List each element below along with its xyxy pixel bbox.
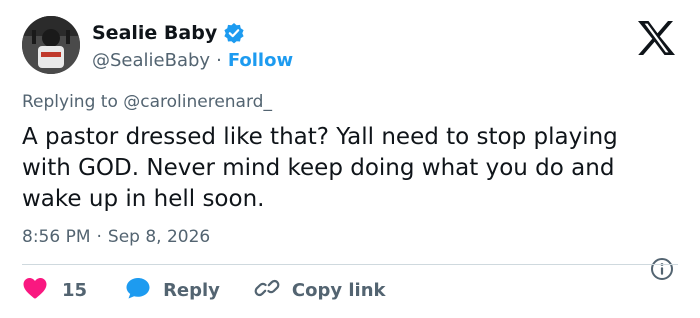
author-display-name[interactable]: Sealie Baby (92, 22, 217, 44)
like-count: 15 (62, 279, 88, 301)
copy-link-button[interactable]: Copy link (254, 276, 386, 305)
tweet-timestamp[interactable]: 8:56 PM · Sep 8, 2026 (22, 227, 210, 247)
reply-label: Reply (163, 279, 220, 301)
replying-to: Replying to @carolinerenard_ (22, 92, 272, 112)
follow-button[interactable]: Follow (228, 50, 293, 71)
reply-button[interactable]: Reply (125, 276, 220, 305)
replying-to-mention[interactable]: @carolinerenard_ (123, 92, 272, 112)
divider (22, 264, 678, 265)
author-handle[interactable]: @SealieBaby (92, 50, 210, 71)
handle-separator: · (216, 49, 222, 71)
like-button[interactable]: 15 (22, 276, 87, 305)
tweet-card: Sealie Baby @SealieBaby · Follow Replyin… (0, 0, 700, 318)
speech-bubble-icon (125, 276, 151, 305)
author-name-row: Sealie Baby (92, 20, 245, 46)
verified-badge-icon (223, 22, 245, 44)
link-icon (254, 276, 280, 305)
author-handle-row: @SealieBaby · Follow (92, 47, 293, 73)
tweet-actions: 15 Reply Copy link (22, 274, 386, 306)
tweet-text: A pastor dressed like that? Yall need to… (22, 124, 618, 212)
copy-link-label: Copy link (291, 279, 386, 301)
x-logo-icon[interactable] (636, 20, 676, 56)
tweet-time: 8:56 PM (22, 227, 91, 247)
heart-icon (22, 276, 48, 305)
tweet-date: Sep 8, 2026 (107, 227, 211, 247)
avatar[interactable] (22, 16, 80, 74)
replying-to-prefix: Replying to (22, 92, 124, 112)
info-icon[interactable] (650, 257, 674, 281)
timestamp-separator: · (96, 227, 102, 247)
